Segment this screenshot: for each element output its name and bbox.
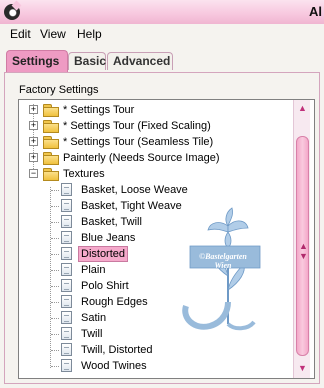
document-icon [61,359,72,372]
menu-edit[interactable]: Edit [10,27,31,41]
watermark-logo: ©Bastelgarten Wien [180,206,266,336]
tree-folder-label: * Settings Tour (Fixed Scaling) [63,120,211,132]
document-icon [61,247,72,260]
tree-folder-settings-tour[interactable]: + * Settings Tour [19,102,294,118]
tree-item-label: Basket, Loose Weave [81,184,188,196]
tree-item-label: Wood Twines [81,360,147,372]
tree-connector [51,286,59,287]
tree-connector [51,334,59,335]
tree-item-label: Polo Shirt [81,280,129,292]
expand-icon[interactable]: + [29,153,38,162]
document-icon [61,327,72,340]
tree-folder-settings-tour-seamless[interactable]: + * Settings Tour (Seamless Tile) [19,134,294,150]
iris-flower-icon [182,207,261,331]
document-icon [61,231,72,244]
tree-folder-settings-tour-fixed[interactable]: + * Settings Tour (Fixed Scaling) [19,118,294,134]
document-icon [61,343,72,356]
collapse-icon[interactable]: − [29,169,38,178]
menu-bar: Edit View Help [0,24,324,44]
tree-connector [51,238,59,239]
tab-basic[interactable]: Basic [68,52,106,70]
tree-folder-label: Textures [63,168,105,180]
tree-item-label: Plain [81,264,106,276]
watermark-line-2: Wien [214,261,232,270]
folder-icon [43,152,59,165]
tree-connector [51,190,59,191]
tree-connector [51,206,59,207]
menu-view[interactable]: View [40,27,66,41]
tab-advanced[interactable]: Advanced [107,52,173,70]
tree-item[interactable]: Basket, Loose Weave [19,182,294,198]
tree-item-label: Basket, Tight Weave [81,200,182,212]
tree-connector [51,318,59,319]
tree-connector [51,270,59,271]
expand-icon[interactable]: + [29,121,38,130]
tree-connector [51,254,59,255]
tree-folder-label: Painterly (Needs Source Image) [63,152,220,164]
settings-tree: + * Settings Tour + * Settings Tour (Fix… [18,99,315,379]
tree-connector [51,366,59,367]
tree-item-label: Blue Jeans [81,232,136,244]
scroll-down-icon[interactable]: ▼ [295,361,310,376]
tab-settings[interactable]: Settings [6,50,68,72]
tree-item[interactable]: Twill, Distorted [19,342,294,358]
scroll-thumb[interactable]: ▲ ▼ [296,136,309,356]
tree-connector [51,350,59,351]
tree-item-label: Rough Edges [81,296,148,308]
folder-icon [43,136,59,149]
tab-strip: Settings Basic Advanced [0,50,324,72]
document-icon [61,263,72,276]
tree-folder-label: * Settings Tour [63,104,135,116]
document-icon [61,199,72,212]
tree-item-label: Distorted [78,246,129,262]
tree-connector [51,302,59,303]
tree-connector [51,222,59,223]
window-title: Al [309,4,322,19]
tree-item-label: Twill [81,328,103,340]
document-icon [61,311,72,324]
folder-icon [43,104,59,117]
tree-folder-label: * Settings Tour (Seamless Tile) [63,136,214,148]
menu-help[interactable]: Help [77,27,102,41]
document-icon [61,279,72,292]
tree-item[interactable]: Wood Twines [19,358,294,374]
folder-icon [43,120,59,133]
app-logo-icon [4,4,20,20]
tree-item-label: Basket, Twill [81,216,142,228]
document-icon [61,215,72,228]
document-icon [61,183,72,196]
folder-icon [43,168,59,181]
expand-icon[interactable]: + [29,137,38,146]
tree-folder-painterly[interactable]: + Painterly (Needs Source Image) [19,150,294,166]
tree-folder-textures[interactable]: − Textures [19,166,294,182]
scroll-up-icon[interactable]: ▲ [295,101,310,116]
document-icon [61,295,72,308]
grip-icon: ▲ ▼ [299,241,308,261]
tree-scrollbar[interactable]: ▲ ▲ ▼ ▼ [293,100,310,378]
title-bar: Al [0,0,324,25]
factory-settings-label: Factory Settings [19,84,99,96]
expand-icon[interactable]: + [29,105,38,114]
tree-item-label: Satin [81,312,107,324]
watermark-line-1: ©Bastelgarten [199,252,247,261]
tree-item-label: Twill, Distorted [81,344,153,356]
watermark-text: ©Bastelgarten Wien [180,252,266,270]
